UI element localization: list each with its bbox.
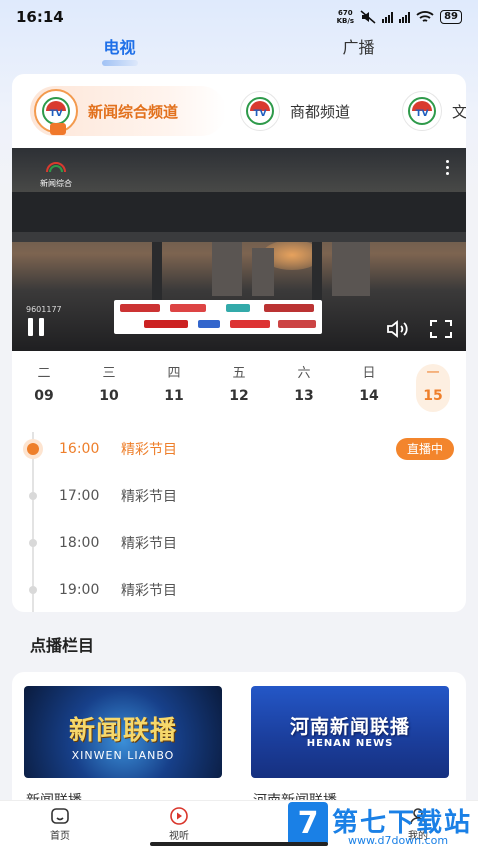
svg-text:TV: TV [415,109,428,119]
video-frame-bridge [12,232,466,242]
schedule-time: 19:00 [59,582,100,598]
day-item[interactable]: 日 14 [352,364,386,412]
svg-text:TV: TV [253,109,266,119]
status-time: 16:14 [16,8,64,26]
schedule-time: 18:00 [59,535,100,551]
tab-radio[interactable]: 广播 [239,34,478,70]
signal-icon [382,11,394,23]
signal-icon-2 [399,11,411,23]
schedule-name: 精彩节目 [121,442,177,458]
home-indicator[interactable] [150,842,328,846]
watermark-logo: 7 [288,802,328,846]
timeline-dot-icon [27,443,39,455]
net-speed: 670 KB/s [336,9,355,25]
schedule-item[interactable]: 18:00 精彩节目 [12,528,466,558]
channel-label: 商都频道 [290,102,351,121]
day-item-selected[interactable]: 一 15 [416,364,450,412]
top-tabs: 电视 广播 [0,34,478,70]
channel-logo: TV [240,91,280,131]
video-frame-building [252,248,274,296]
fullscreen-icon[interactable] [430,320,452,338]
live-card: TV 新闻综合频道 TV 商都频道 TV 文 新闻综合 9601177 二 09… [12,74,466,612]
channel-logo: TV [34,89,78,135]
watermark-url: www.d7down.com [348,834,449,847]
video-frame-bridge [12,192,466,232]
video-player[interactable]: 新闻综合 9601177 [12,148,466,351]
vod-thumbnail[interactable]: 新闻联播 XINWEN LIANBO [24,686,222,778]
schedule-time: 17:00 [59,488,100,504]
tv-logo-icon [46,162,66,173]
timeline-dot-icon [29,586,37,594]
schedule-item[interactable]: 19:00 精彩节目 [12,575,466,605]
timeline-dot-icon [29,492,37,500]
video-frame-building [212,236,242,296]
day-item[interactable]: 三 10 [92,364,126,412]
schedule-item-live[interactable]: 16:00 精彩节目 直播中 [12,434,466,464]
svg-text:TV: TV [49,109,62,119]
status-bar: 16:14 670 KB/s 89 [0,0,478,34]
status-icons: 670 KB/s 89 [337,9,462,25]
schedule-time: 16:00 [59,441,100,457]
schedule-name: 精彩节目 [121,536,177,552]
section-title-vod: 点播栏目 [30,636,95,655]
vod-list: 新闻联播 XINWEN LIANBO 河南新闻联播 HENAN NEWS 新闻联… [12,672,466,812]
more-icon[interactable] [446,160,450,178]
live-badge: 直播中 [396,438,454,460]
timeline-dot-icon [29,539,37,547]
nav-item-home[interactable]: 首页 [30,807,90,842]
schedule-item[interactable]: 17:00 精彩节目 [12,481,466,511]
date-selector: 二 09 三 10 四 11 五 12 六 13 日 14 一 15 [12,364,466,412]
channel-item-culture[interactable]: TV 文 [402,86,466,136]
channel-label: 新闻综合频道 [88,102,179,121]
tv-logo-icon: TV [408,97,436,125]
pause-icon[interactable] [26,318,50,336]
vod-thumbnail[interactable]: 河南新闻联播 HENAN NEWS [251,686,449,778]
battery-indicator: 89 [440,10,462,24]
day-item[interactable]: 二 09 [27,364,61,412]
channel-item-shangdu[interactable]: TV 商都频道 [240,86,350,136]
channel-logo: TV [402,91,442,131]
tab-tv[interactable]: 电视 [0,34,239,70]
video-channel-logo: 新闻综合 [40,160,72,189]
day-item[interactable]: 六 13 [287,364,321,412]
tv-logo-icon: TV [42,97,70,125]
volume-icon[interactable] [386,320,410,338]
home-icon [51,808,69,824]
channel-list: TV 新闻综合频道 TV 商都频道 TV 文 [12,74,466,148]
schedule-name: 精彩节目 [121,583,177,599]
day-item[interactable]: 四 11 [157,364,191,412]
schedule-name: 精彩节目 [121,489,177,505]
mute-icon [360,10,376,24]
nav-item-media[interactable]: 视听 [149,807,209,842]
tv-logo-icon: TV [246,97,274,125]
play-icon [170,807,188,825]
channel-label: 文 [452,102,466,121]
wifi-icon [416,10,434,22]
video-code: 9601177 [26,305,62,314]
channel-item-news[interactable]: TV 新闻综合频道 [30,86,226,136]
day-item[interactable]: 五 12 [222,364,256,412]
live-indicator-icon [50,123,66,135]
video-ad-banner [114,300,322,334]
